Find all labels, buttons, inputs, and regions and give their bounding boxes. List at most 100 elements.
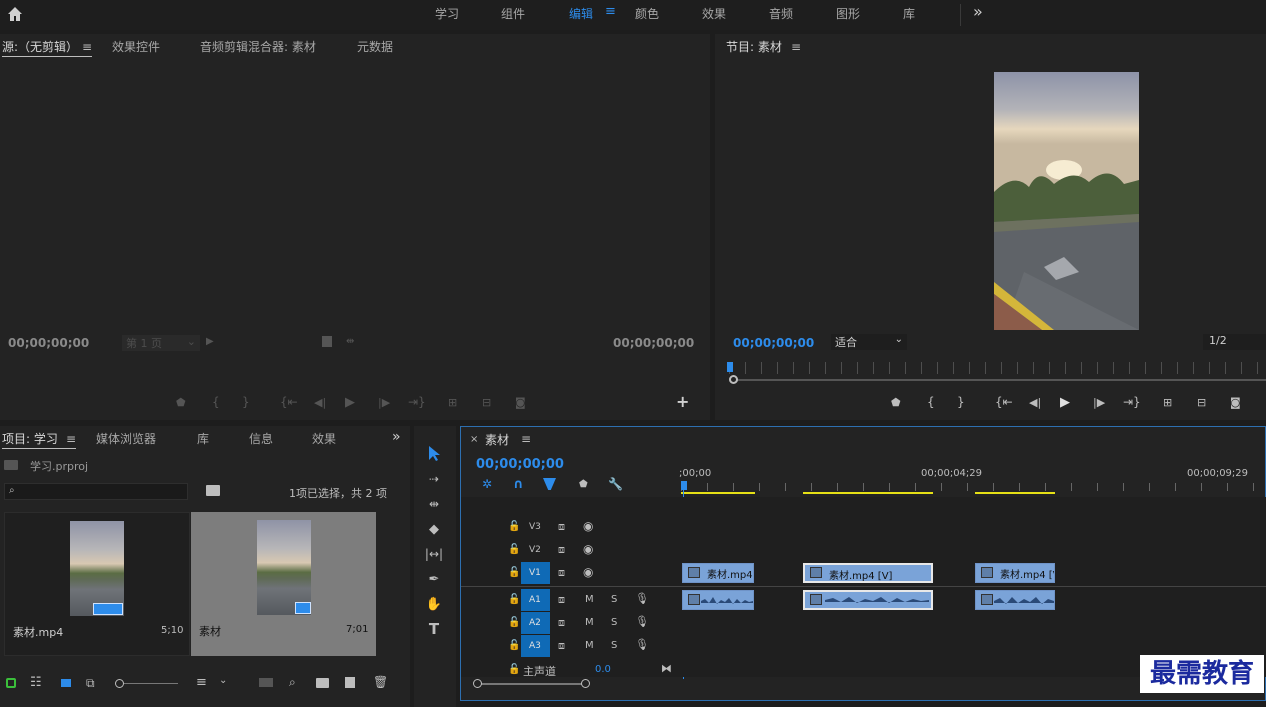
video-clip-3[interactable]: 素材.mp4 [V xyxy=(975,563,1055,583)
project-search-input[interactable]: ⌕ xyxy=(4,483,188,500)
menu-edit-options-icon[interactable]: ≡ xyxy=(605,4,616,19)
step-forward-icon[interactable]: |▶ xyxy=(378,396,390,409)
mute-button[interactable]: M xyxy=(585,617,594,628)
menu-edit[interactable]: 编辑 xyxy=(569,5,593,22)
time-ruler[interactable] xyxy=(681,483,1266,491)
trash-icon[interactable]: 🗑 xyxy=(373,675,388,689)
new-search-bin-icon[interactable] xyxy=(206,485,220,496)
solo-button[interactable]: S xyxy=(611,594,617,605)
slip-tool-icon[interactable]: |↔| xyxy=(424,544,444,564)
tab-metadata[interactable]: 元数据 xyxy=(357,34,393,60)
razor-tool-icon[interactable]: ◆ xyxy=(424,519,444,539)
add-marker-icon[interactable]: ⬟ xyxy=(891,396,901,409)
tab-effect-controls[interactable]: 效果控件 xyxy=(112,34,160,60)
step-back-icon[interactable]: ◀| xyxy=(1029,396,1041,409)
new-bin-icon[interactable] xyxy=(316,678,329,688)
step-forward-icon[interactable]: |▶ xyxy=(1093,396,1105,409)
go-to-out-icon[interactable]: ⇥} xyxy=(1123,395,1141,409)
eye-icon[interactable]: ◉ xyxy=(583,565,593,579)
playhead-marker[interactable] xyxy=(727,362,733,372)
program-video-frame[interactable] xyxy=(994,72,1139,330)
mark-in-icon[interactable]: { xyxy=(212,395,220,409)
mark-in-icon[interactable]: { xyxy=(927,395,935,409)
scroll-handle-right[interactable] xyxy=(581,679,590,688)
nest-icon[interactable]: ✲ xyxy=(482,477,492,491)
lock-icon[interactable] xyxy=(6,678,16,688)
work-area-bar[interactable] xyxy=(803,492,933,494)
close-icon[interactable]: × xyxy=(470,434,478,445)
lift-icon[interactable]: ⊞ xyxy=(1163,396,1172,409)
toggle-sync-icon[interactable]: ⧈ xyxy=(558,593,565,607)
timeline-menu-icon[interactable]: ≡ xyxy=(521,432,531,446)
add-button-icon[interactable]: + xyxy=(676,392,689,411)
overwrite-icon[interactable]: ⊟ xyxy=(482,396,491,409)
solo-button[interactable]: S xyxy=(611,617,617,628)
lock-icon[interactable]: 🔓 xyxy=(508,617,520,628)
play-arrow-small-icon[interactable]: ▶ xyxy=(206,336,214,347)
automate-icon[interactable] xyxy=(259,678,273,687)
menu-audio[interactable]: 音频 xyxy=(769,5,793,22)
program-time-ruler[interactable] xyxy=(729,362,1266,374)
menu-learn[interactable]: 学习 xyxy=(435,5,459,22)
fit-select[interactable]: 适合 ⌄ xyxy=(831,334,907,350)
program-timecode[interactable]: 00;00;00;00 xyxy=(733,336,814,350)
timeline-playhead[interactable] xyxy=(681,481,687,490)
go-to-edit-icon[interactable]: ⧓ xyxy=(661,662,672,675)
menu-color[interactable]: 颜色 xyxy=(635,5,659,22)
eye-icon[interactable]: ◉ xyxy=(583,519,593,533)
step-back-icon[interactable]: ◀| xyxy=(314,396,326,409)
timeline-scrollbar[interactable] xyxy=(479,683,587,685)
toggle-sync-icon[interactable]: ⧈ xyxy=(558,543,565,557)
master-volume-value[interactable]: 0.0 xyxy=(595,664,611,675)
microphone-icon[interactable]: 🎙 xyxy=(635,592,649,605)
zoom-scrollbar[interactable] xyxy=(733,379,1266,381)
lock-icon[interactable]: 🔓 xyxy=(508,594,520,605)
tab-media-browser[interactable]: 媒体浏览器 xyxy=(96,426,156,452)
mute-button[interactable]: M xyxy=(585,594,594,605)
program-menu-icon[interactable]: ≡ xyxy=(791,40,801,54)
insert-icon[interactable]: ⊞ xyxy=(448,396,457,409)
source-tab-menu-icon[interactable]: ≡ xyxy=(82,40,92,54)
scroll-handle-left[interactable] xyxy=(473,679,482,688)
toggle-sync-icon[interactable]: ⧈ xyxy=(558,639,565,653)
freeform-view-icon[interactable]: ⧉ xyxy=(86,676,95,691)
work-area-bar[interactable] xyxy=(681,492,755,494)
tab-libraries[interactable]: 库 xyxy=(197,426,209,452)
work-area-bar[interactable] xyxy=(975,492,1055,494)
export-frame-icon[interactable]: ◙ xyxy=(515,396,526,409)
tab-info[interactable]: 信息 xyxy=(249,426,273,452)
source-timecode-left[interactable]: 00;00;00;00 xyxy=(8,336,89,350)
project-menu-icon[interactable]: ≡ xyxy=(66,432,76,446)
track-select-tool-icon[interactable]: ⇢ xyxy=(424,469,444,489)
video-clip-2-selected[interactable]: 素材.mp4 [V] xyxy=(803,563,933,583)
go-to-in-icon[interactable]: {⇤ xyxy=(995,395,1013,409)
insert-arrows-icon[interactable]: ⇹ xyxy=(346,336,354,347)
source-timecode-right[interactable]: 00;00;00;00 xyxy=(613,336,694,350)
project-item-selected[interactable]: 素材 7;01 xyxy=(191,512,376,656)
video-clip-1[interactable]: 素材.mp4 [ xyxy=(682,563,754,583)
mark-out-icon[interactable]: } xyxy=(957,395,965,409)
selection-tool-icon[interactable] xyxy=(424,443,444,463)
audio-clip-3[interactable] xyxy=(975,590,1055,610)
zoom-handle[interactable] xyxy=(729,375,738,384)
project-item[interactable]: 素材.mp4 5;10 xyxy=(4,512,190,656)
resolution-select[interactable]: 1/2 xyxy=(1203,334,1266,350)
go-to-in-icon[interactable]: {⇤ xyxy=(280,395,298,409)
menu-effects[interactable]: 效果 xyxy=(702,5,726,22)
program-title[interactable]: 节目: 素材 xyxy=(726,34,782,60)
find-icon[interactable]: ⌕ xyxy=(289,675,296,690)
extract-icon[interactable]: ⊟ xyxy=(1197,396,1206,409)
add-marker-icon[interactable]: ⬟ xyxy=(579,479,588,490)
ripple-edit-tool-icon[interactable]: ⇹ xyxy=(424,494,444,514)
chevron-down-icon[interactable]: ⌄ xyxy=(219,675,227,686)
icon-view-icon[interactable] xyxy=(61,679,71,687)
audio-clip-1[interactable] xyxy=(682,590,754,610)
play-icon[interactable]: ▶ xyxy=(345,395,355,410)
lock-icon[interactable]: 🔓 xyxy=(508,567,520,578)
zoom-slider-track[interactable] xyxy=(124,683,178,684)
zoom-slider-handle[interactable] xyxy=(115,679,124,688)
solo-button[interactable]: S xyxy=(611,640,617,651)
menu-libraries[interactable]: 库 xyxy=(903,5,915,22)
page-select[interactable]: 第 1 页 ⌄ xyxy=(122,335,200,351)
timeline-timecode[interactable]: 00;00;00;00 xyxy=(476,457,564,472)
